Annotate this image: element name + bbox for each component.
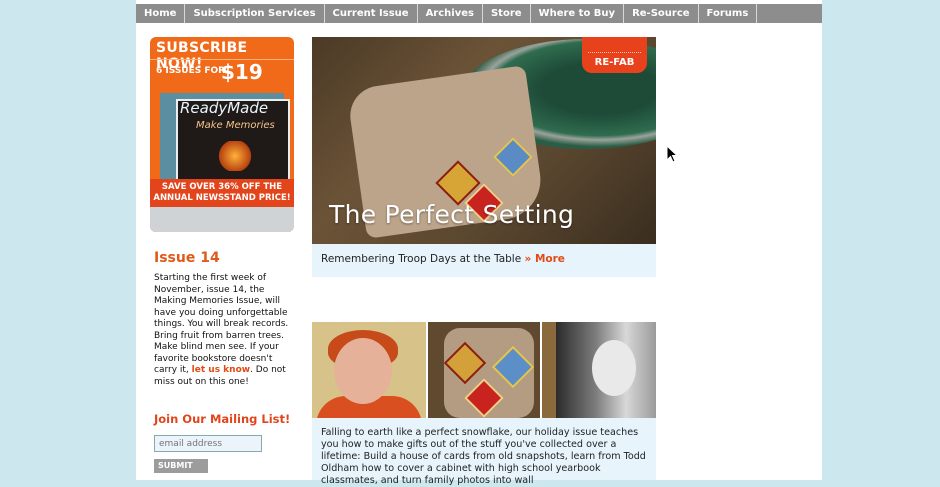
more-link[interactable]: » More bbox=[525, 253, 565, 265]
fireplace-illustration bbox=[218, 141, 252, 171]
issue-blurb-box: Falling to earth like a perfect snowflak… bbox=[312, 418, 656, 486]
feature-title: The Perfect Setting bbox=[329, 200, 575, 229]
email-field[interactable] bbox=[154, 435, 262, 452]
promo-bottom-strip bbox=[150, 207, 294, 232]
promo-price: $19 bbox=[221, 60, 263, 84]
smiling-face bbox=[592, 340, 636, 396]
mailing-list-heading: Join Our Mailing List! bbox=[154, 412, 291, 426]
photo-tile[interactable] bbox=[542, 322, 656, 418]
badge-dotted-line bbox=[588, 52, 641, 53]
nav-where-to-buy[interactable]: Where to Buy bbox=[531, 4, 625, 23]
feature-caption: Remembering Troop Days at the Table » Mo… bbox=[321, 253, 565, 265]
issue-heading: Issue 14 bbox=[154, 250, 220, 266]
nav-subscription-services[interactable]: Subscription Services bbox=[185, 4, 325, 23]
promo-savings-text: SAVE OVER 36% OFF THE ANNUAL NEWSSTAND P… bbox=[150, 179, 294, 207]
portrait-face bbox=[334, 338, 392, 404]
nav-current-issue[interactable]: Current Issue bbox=[325, 4, 418, 23]
nav-archives[interactable]: Archives bbox=[418, 4, 483, 23]
issue-description: Starting the first week of November, iss… bbox=[154, 273, 292, 388]
magazine-logo: ReadyMade bbox=[180, 99, 269, 117]
nav-store[interactable]: Store bbox=[483, 4, 531, 23]
issue-blurb-text: Falling to earth like a perfect snowflak… bbox=[321, 427, 646, 486]
submit-button[interactable]: SUBMIT bbox=[154, 459, 208, 473]
refab-label: RE-FAB bbox=[594, 57, 635, 68]
refab-badge: RE-FAB bbox=[582, 37, 647, 73]
portrait-tile[interactable] bbox=[312, 322, 426, 418]
patches-tile[interactable] bbox=[428, 322, 540, 418]
subscribe-promo-banner[interactable]: SUBSCRIBE NOW! 6 ISSUES FOR $19 ReadyMad… bbox=[150, 37, 294, 232]
nav-forums[interactable]: Forums bbox=[699, 4, 758, 23]
let-us-know-link[interactable]: let us know bbox=[192, 365, 250, 375]
promo-issues-text: 6 ISSUES FOR bbox=[156, 66, 226, 76]
photo-strip bbox=[312, 322, 656, 418]
top-navigation: Home Subscription Services Current Issue… bbox=[136, 4, 822, 23]
feature-caption-text: Remembering Troop Days at the Table bbox=[321, 253, 522, 265]
nav-home[interactable]: Home bbox=[136, 4, 186, 23]
feature-caption-bar: Remembering Troop Days at the Table » Mo… bbox=[312, 244, 656, 277]
issue-body-text: Starting the first week of November, iss… bbox=[154, 273, 289, 375]
nav-re-source[interactable]: Re-Source bbox=[624, 4, 699, 23]
feature-image[interactable]: The Perfect Setting RE-FAB bbox=[312, 37, 656, 244]
magazine-cover-line: Make Memories bbox=[196, 120, 275, 131]
